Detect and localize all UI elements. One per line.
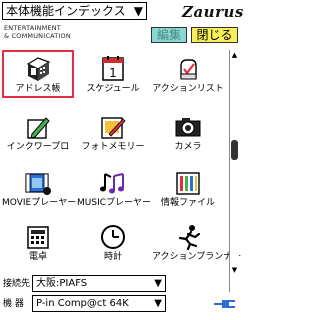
- app-label: インクワープロ: [6, 142, 70, 152]
- device-row: 機 器 P-in Comp@ct 64K ▼: [0, 295, 240, 313]
- index-dropdown-value: 本体機能インデックス: [6, 4, 126, 18]
- svg-text:1: 1: [109, 66, 117, 80]
- movie-player-icon: [25, 173, 51, 195]
- photo-memory-icon: [101, 117, 126, 139]
- scroll-down-icon[interactable]: ▼: [230, 266, 239, 274]
- app-calculator[interactable]: 電卓: [2, 218, 74, 266]
- app-label: 時計: [103, 252, 122, 262]
- app-label: MOVIEプレーヤー: [2, 198, 77, 208]
- app-ink-wordpro[interactable]: インクワープロ: [2, 108, 74, 156]
- connection-value: 大阪:PIAFS: [36, 278, 88, 289]
- phone-book-icon: [26, 57, 51, 81]
- app-label: アドレス帳: [15, 84, 61, 94]
- app-music-player[interactable]: MUSICプレーヤー: [77, 164, 152, 212]
- tagline-line-1: ENTERTAINMENT: [4, 24, 61, 32]
- scrollbar[interactable]: ▲ ▼: [229, 50, 239, 292]
- info-file-icon: [176, 172, 200, 195]
- brand-logo: Zaurus: [182, 3, 244, 21]
- app-label: カメラ: [174, 142, 202, 152]
- plug-icon[interactable]: [213, 295, 237, 311]
- calendar-icon: 1: [102, 56, 124, 81]
- pen-note-icon: [27, 117, 50, 139]
- app-clock[interactable]: 時計: [77, 218, 149, 266]
- connection-dropdown-arrow-icon[interactable]: ▼: [154, 276, 162, 291]
- music-player-icon: [100, 173, 124, 194]
- app-label: 電卓: [28, 252, 47, 262]
- calculator-icon: [27, 226, 49, 249]
- scroll-thumb[interactable]: [231, 140, 238, 160]
- checklist-hand-icon: [180, 59, 197, 80]
- close-button[interactable]: 閉じる: [191, 27, 238, 43]
- device-dropdown-arrow-icon[interactable]: ▼: [154, 296, 162, 311]
- app-movie-player[interactable]: MOVIEプレーヤー: [2, 164, 77, 212]
- app-action-planner[interactable]: アクションプランナー: [152, 218, 242, 266]
- index-dropdown[interactable]: 本体機能インデックス ▼: [2, 2, 147, 20]
- connection-select[interactable]: 大阪:PIAFS ▼: [32, 275, 166, 292]
- connection-label: 接続先: [3, 279, 31, 289]
- device-select[interactable]: P-in Comp@ct 64K ▼: [32, 295, 166, 312]
- scroll-up-icon[interactable]: ▲: [230, 51, 239, 59]
- action-planner-icon: [178, 225, 201, 250]
- device-label: 機 器: [3, 299, 24, 309]
- app-label: MUSICプレーヤー: [77, 198, 152, 208]
- app-label: 情報ファイル: [160, 198, 215, 208]
- device-value: P-in Comp@ct 64K: [36, 298, 129, 309]
- clock-icon: [101, 225, 125, 249]
- dropdown-arrow-icon[interactable]: ▼: [134, 4, 143, 18]
- brand-tagline: ENTERTAINMENT & COMMUNICATION: [4, 24, 71, 40]
- app-photo-memory[interactable]: フォトメモリー: [77, 108, 149, 156]
- connection-row: 接続先 大阪:PIAFS ▼: [0, 275, 240, 293]
- app-label: アクションプランナー: [152, 252, 242, 262]
- app-label: スケジュール: [86, 84, 140, 94]
- app-action-list[interactable]: アクションリスト: [152, 50, 224, 98]
- app-label: アクションリスト: [152, 84, 224, 94]
- app-label: フォトメモリー: [81, 142, 145, 152]
- app-info-file[interactable]: 情報ファイル: [152, 164, 224, 212]
- app-camera[interactable]: カメラ: [152, 108, 224, 156]
- camera-icon: [175, 118, 201, 137]
- app-grid: アドレス帳 1 スケジュール アクションリスト インクワープロ フォトメモリー …: [0, 50, 242, 290]
- app-schedule[interactable]: 1 スケジュール: [77, 50, 149, 98]
- app-address-book[interactable]: アドレス帳: [2, 50, 74, 98]
- tagline-line-2: & COMMUNICATION: [4, 32, 71, 40]
- edit-button[interactable]: 編集: [151, 27, 187, 43]
